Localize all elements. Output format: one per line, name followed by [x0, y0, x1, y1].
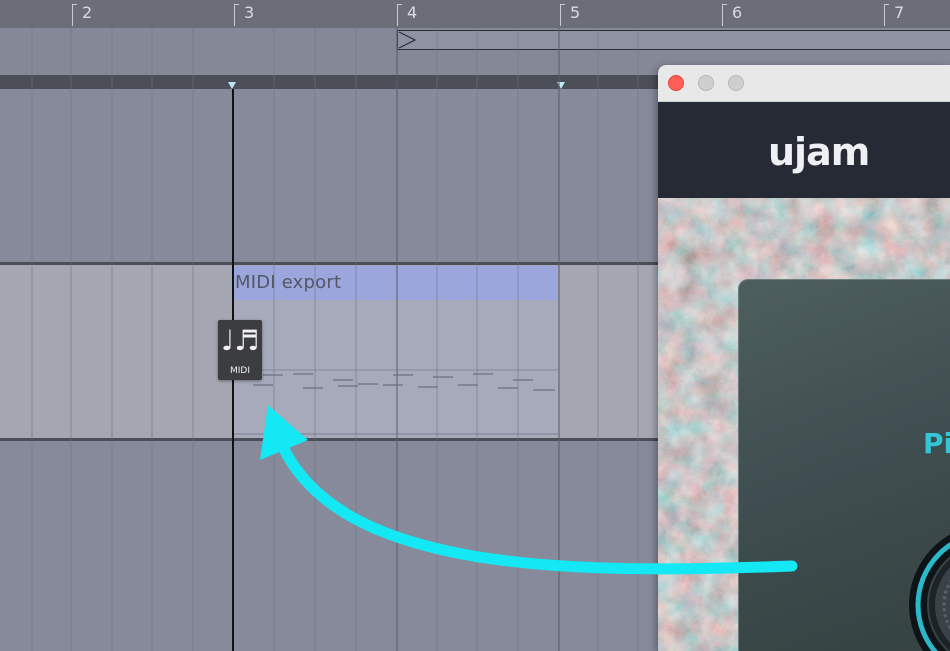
bar-number-4: 4	[397, 4, 417, 26]
zoom-button[interactable]	[728, 75, 744, 91]
midi-clip-name: MIDI export	[235, 272, 342, 293]
plugin-header: ujam	[658, 102, 950, 198]
bar-number-2: 2	[72, 4, 92, 26]
midi-notes	[233, 369, 558, 435]
bar-number-7: 7	[884, 4, 904, 26]
loop-brace[interactable]	[397, 30, 950, 50]
bar-number-5: 5	[560, 4, 580, 26]
brand-logo: ujam	[768, 130, 870, 174]
minimize-button[interactable]	[698, 75, 714, 91]
start-marker-icon[interactable]	[228, 82, 236, 89]
window-titlebar[interactable]	[658, 65, 950, 102]
close-button[interactable]	[668, 75, 684, 91]
midi-file-label: MIDI	[229, 366, 250, 376]
music-notes-icon: ♩♬	[221, 324, 260, 357]
plugin-window[interactable]: ujam Pi	[658, 65, 950, 651]
bar-number-3: 3	[234, 4, 254, 26]
bar-ruler[interactable]: 2 3 4 5 6 7	[0, 0, 950, 29]
loop-start-icon	[398, 31, 417, 49]
midi-file-drag[interactable]: ♩♬ MIDI	[218, 320, 262, 380]
bar-number-6: 6	[722, 4, 742, 26]
product-title: Pi	[923, 427, 950, 460]
end-marker-icon[interactable]	[557, 82, 565, 89]
knob-icon[interactable]	[890, 485, 950, 651]
